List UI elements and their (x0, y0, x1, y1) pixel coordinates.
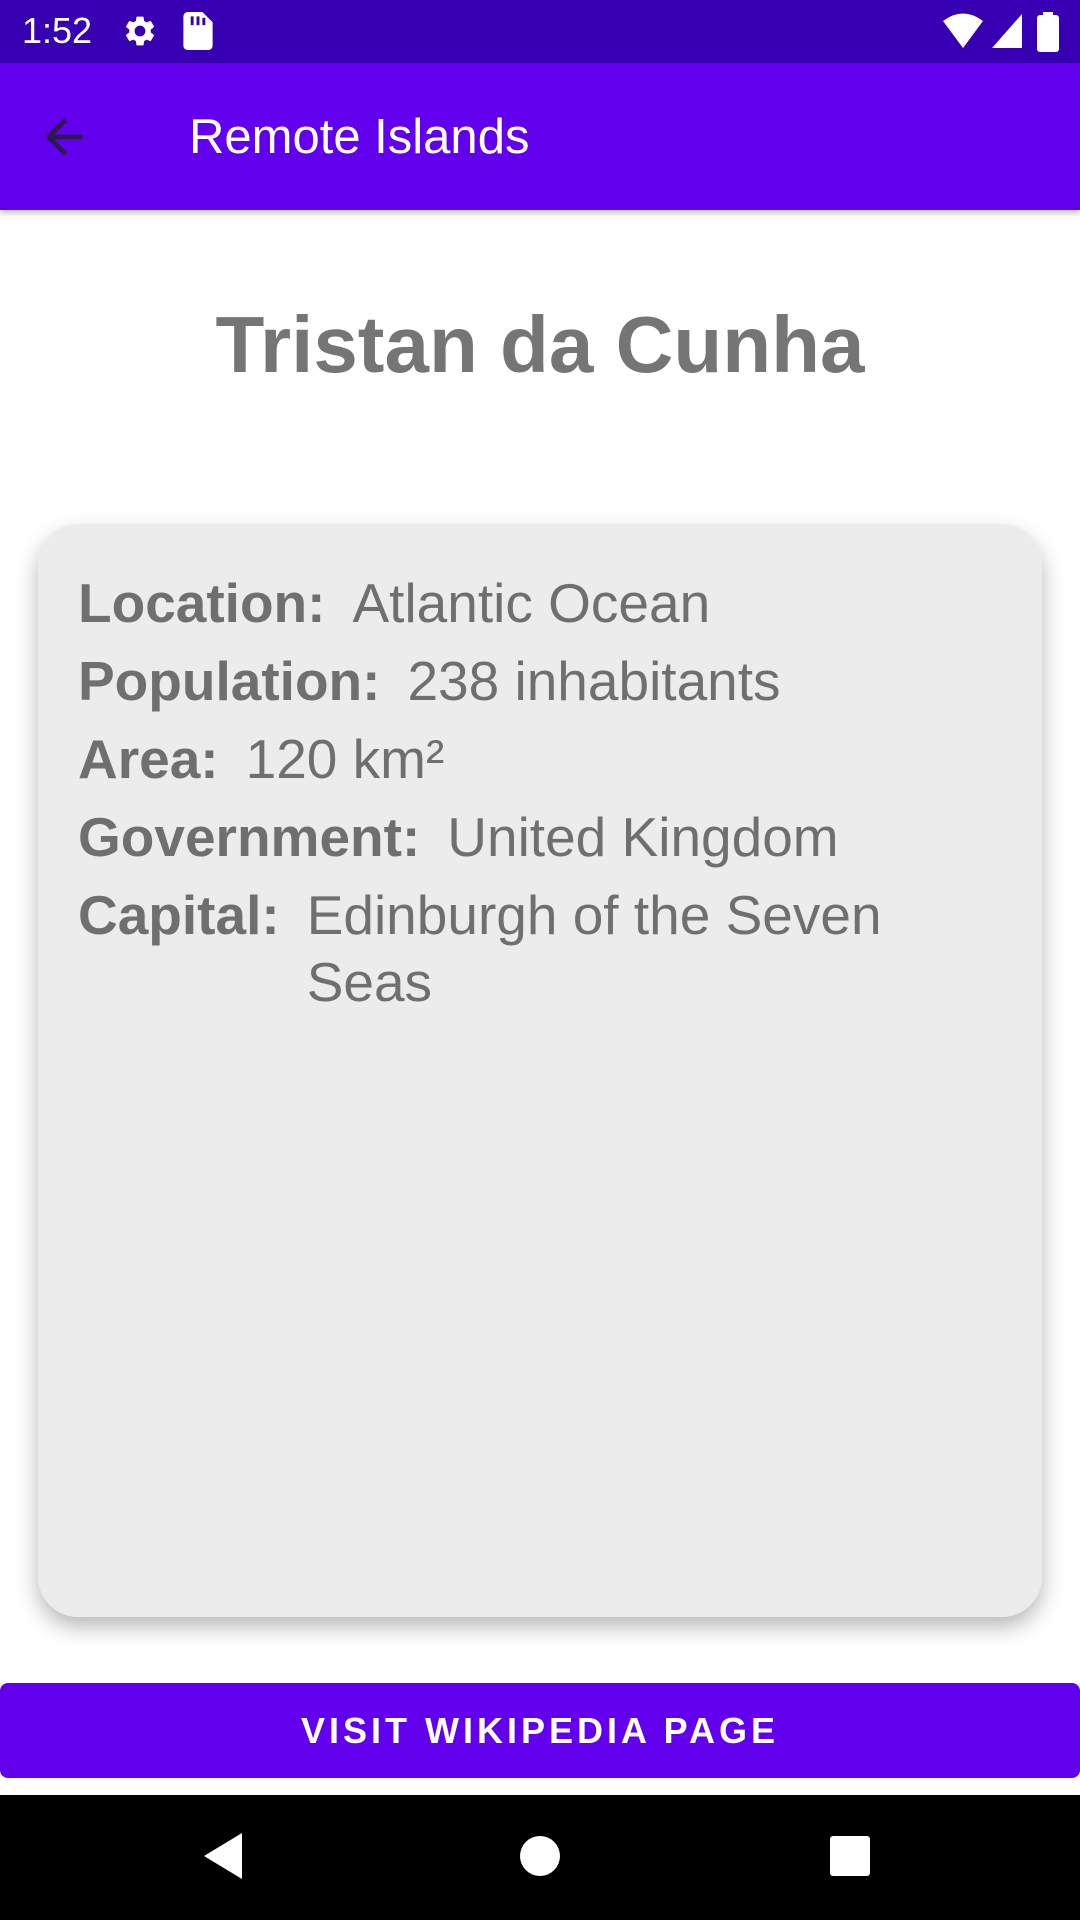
population-label: Population: (78, 650, 381, 712)
app-bar: Remote Islands (0, 63, 1080, 210)
population-row: Population: 238 inhabitants (78, 648, 1002, 715)
status-time: 1:52 (22, 10, 93, 51)
status-bar: 1:52 (0, 0, 1080, 63)
info-card: Location: Atlantic Ocean Population: 238… (38, 524, 1042, 1617)
area-value: 120 km² (245, 728, 445, 790)
location-label: Location: (78, 572, 326, 634)
wifi-icon (942, 12, 984, 55)
back-button[interactable] (36, 109, 110, 165)
area-label: Area: (78, 728, 219, 790)
government-row: Government: United Kingdom (78, 804, 1002, 871)
battery-icon (1037, 12, 1059, 57)
capital-label: Capital: (78, 884, 280, 946)
location-value: Atlantic Ocean (352, 572, 711, 634)
sd-card-icon (183, 12, 213, 55)
nav-recents-icon[interactable] (829, 1831, 871, 1886)
population-value: 238 inhabitants (407, 650, 781, 712)
signal-icon (990, 12, 1024, 55)
island-name: Tristan da Cunha (215, 300, 865, 389)
capital-row: Capital: Edinburgh of the Seven Seas (78, 882, 1002, 1016)
app-title: Remote Islands (189, 110, 530, 164)
government-value: United Kingdom (447, 806, 839, 868)
nav-back-icon[interactable] (202, 1831, 244, 1886)
arrow-back-icon (45, 118, 83, 156)
nav-home-icon[interactable] (517, 1831, 563, 1886)
navigation-bar (0, 1795, 1080, 1920)
location-row: Location: Atlantic Ocean (78, 570, 1002, 637)
visit-wikipedia-button[interactable]: VISIT WIKIPEDIA PAGE (0, 1683, 1080, 1778)
area-row: Area: 120 km² (78, 726, 1002, 793)
capital-value: Edinburgh of the Seven Seas (306, 884, 882, 1013)
government-label: Government: (78, 806, 421, 868)
gear-icon (122, 12, 158, 55)
